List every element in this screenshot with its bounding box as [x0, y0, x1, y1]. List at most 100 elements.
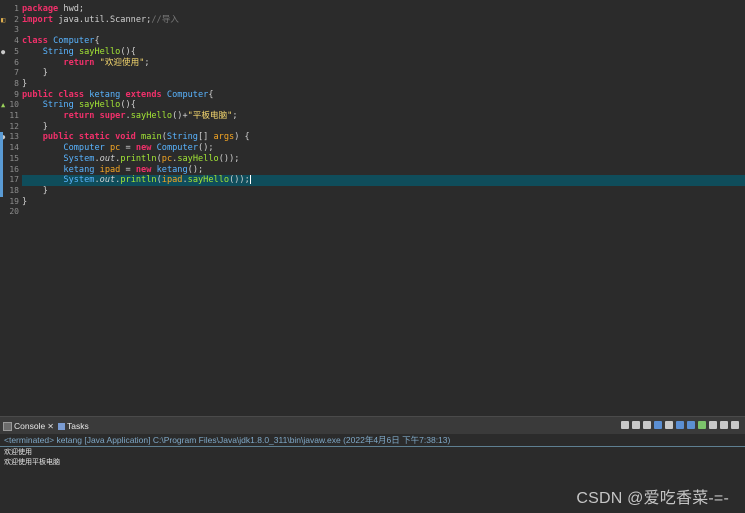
- tasks-icon: [58, 423, 65, 431]
- code-token: String: [42, 46, 74, 57]
- line-number-label: 1: [14, 4, 19, 13]
- new-console-icon[interactable]: [709, 421, 717, 429]
- code-token: class: [22, 36, 48, 47]
- pin-icon[interactable]: [676, 421, 684, 429]
- code-line[interactable]: [22, 25, 745, 36]
- line-number: 6: [0, 58, 22, 69]
- line-number-label: 14: [9, 143, 19, 153]
- tab-console[interactable]: Console ✕: [3, 419, 54, 433]
- console-output-line: 欢迎使用平板电脑: [4, 459, 60, 466]
- code-token: System: [63, 153, 95, 164]
- code-token: {: [94, 36, 100, 47]
- close-icon[interactable]: ✕: [47, 422, 54, 431]
- code-line[interactable]: public class ketang extends Computer{: [22, 90, 745, 101]
- override-icon[interactable]: ▲: [1, 100, 5, 111]
- warning-icon[interactable]: ◧: [1, 15, 5, 26]
- line-number: 19: [0, 197, 22, 208]
- console-output-line: 欢迎使用: [4, 449, 32, 456]
- code-token: Computer: [156, 143, 199, 154]
- code-line[interactable]: class Computer{: [22, 36, 745, 47]
- code-token: Computer: [63, 143, 105, 154]
- code-token: ipad: [99, 164, 121, 175]
- tab-console-label: Console: [14, 421, 46, 431]
- code-token: }: [22, 121, 48, 132]
- code-area[interactable]: package hwd; import java.util.Scanner;//导…: [22, 0, 745, 416]
- code-line[interactable]: import java.util.Scanner;//导入: [22, 15, 745, 26]
- code-token: //导入: [151, 14, 179, 25]
- open-console-icon[interactable]: [698, 421, 706, 429]
- display-selected-icon[interactable]: [687, 421, 695, 429]
- code-line[interactable]: [22, 207, 745, 218]
- scroll-lock-icon[interactable]: [654, 421, 662, 429]
- line-number-label: 17: [9, 175, 19, 185]
- line-number: 15: [0, 154, 22, 165]
- code-line[interactable]: public static void main(String[] args) {: [22, 132, 745, 143]
- code-line[interactable]: System.out.println(pc.sayHello());: [22, 154, 745, 165]
- line-number-label: 10: [9, 100, 19, 110]
- line-number: ▲ 10: [0, 100, 22, 111]
- clear-icon[interactable]: [621, 421, 629, 429]
- code-token: pc: [110, 143, 121, 154]
- code-line[interactable]: System.out.println(ipad.sayHello());: [22, 175, 745, 186]
- code-line[interactable]: }: [22, 68, 745, 79]
- fold-icon[interactable]: ●: [1, 47, 5, 58]
- code-token: "平板电脑": [187, 111, 233, 121]
- code-token: ipad: [161, 175, 183, 186]
- code-token: sayHello: [130, 111, 173, 121]
- remove-all-icon[interactable]: [643, 421, 651, 429]
- line-number: 4: [0, 36, 22, 47]
- code-line[interactable]: }: [22, 79, 745, 90]
- line-number: ● 5: [0, 47, 22, 58]
- line-number: 1: [0, 4, 22, 15]
- code-token: println: [120, 153, 157, 164]
- code-token: return: [63, 57, 95, 68]
- code-token: ;: [232, 111, 238, 121]
- code-token: String: [42, 100, 74, 111]
- change-marker: [0, 132, 3, 197]
- line-number: 18: [0, 186, 22, 197]
- line-number-label: 11: [9, 111, 19, 120]
- code-line[interactable]: ketang ipad = new ketang();: [22, 165, 745, 176]
- line-number-label: 2: [14, 14, 19, 24]
- console-icon: [3, 422, 12, 432]
- console-status-header: <terminated> ketang [Java Application] C…: [0, 434, 745, 447]
- code-line[interactable]: package hwd;: [22, 4, 745, 15]
- code-line[interactable]: return "欢迎使用";: [22, 58, 745, 69]
- code-line[interactable]: }: [22, 122, 745, 133]
- line-number-label: 19: [9, 196, 19, 206]
- console-tab-bar: Console ✕ Tasks: [0, 416, 745, 434]
- code-line[interactable]: }: [22, 197, 745, 208]
- code-line[interactable]: String sayHello(){: [22, 47, 745, 58]
- minimize-icon[interactable]: [720, 421, 728, 429]
- word-wrap-icon[interactable]: [665, 421, 673, 429]
- code-token: main: [141, 132, 162, 143]
- maximize-icon[interactable]: [731, 421, 739, 429]
- line-number-label: 15: [9, 153, 19, 163]
- code-token: }: [22, 196, 28, 207]
- code-token: =: [120, 143, 136, 154]
- code-token: ketang: [156, 164, 188, 175]
- code-token: package: [22, 4, 59, 14]
- code-line[interactable]: }: [22, 186, 745, 197]
- line-number-label: 16: [9, 164, 19, 174]
- remove-icon[interactable]: [632, 421, 640, 429]
- code-token: sayHello: [78, 100, 121, 111]
- code-token: (){: [120, 46, 136, 57]
- code-line[interactable]: Computer pc = new Computer();: [22, 143, 745, 154]
- code-line[interactable]: String sayHello(){: [22, 100, 745, 111]
- line-number-label: 9: [14, 89, 19, 99]
- line-number-label: 12: [9, 121, 19, 131]
- code-token: (){: [120, 100, 136, 111]
- code-token: public static void: [42, 132, 136, 143]
- code-line[interactable]: return super.sayHello()+"平板电脑";: [22, 111, 745, 122]
- code-token: }: [22, 185, 48, 196]
- code-token: new: [135, 164, 152, 175]
- line-number-label: 13: [9, 132, 19, 142]
- code-editor[interactable]: 1 ◧ 2 3 4 ● 5 6 7 8 9 ▲ 10 11 12 ● 13 14 15 16 17 18 19 20 pack…: [0, 0, 745, 416]
- line-number: 7: [0, 68, 22, 79]
- code-token: sayHello: [187, 175, 230, 186]
- tab-tasks-label: Tasks: [67, 421, 89, 431]
- tab-tasks[interactable]: Tasks: [58, 419, 89, 433]
